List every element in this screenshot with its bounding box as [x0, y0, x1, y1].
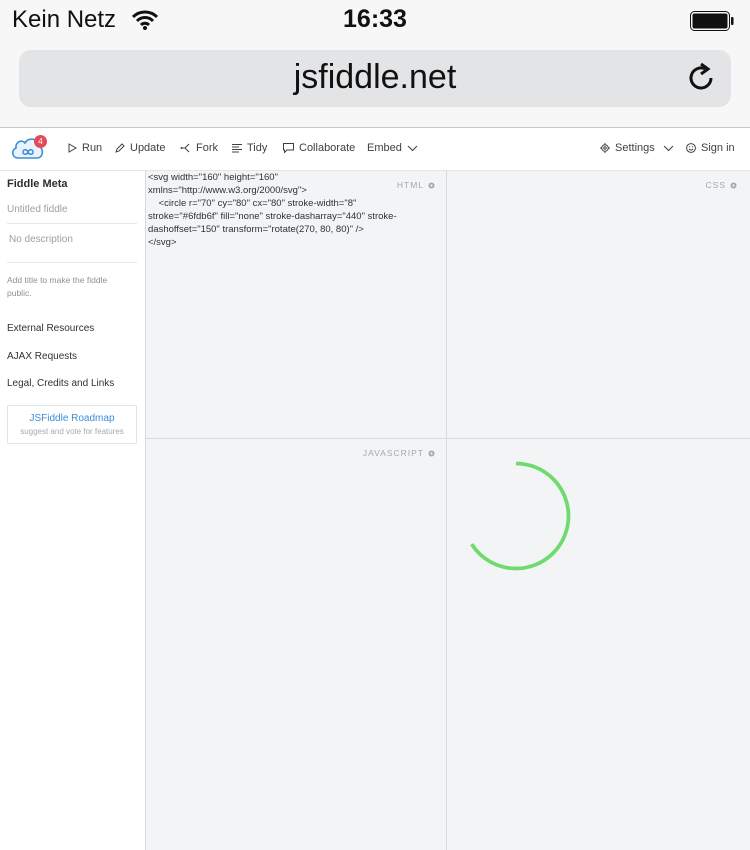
javascript-editor-pane[interactable]: JAVASCRIPT	[146, 439, 447, 850]
collaborate-button[interactable]: Collaborate	[283, 142, 355, 154]
fiddle-meta-sidebar: Fiddle Meta Untitled fiddle No descripti…	[0, 171, 146, 850]
gear-icon[interactable]	[427, 181, 436, 190]
play-icon	[68, 143, 77, 153]
address-text[interactable]: jsfiddle.net	[19, 58, 731, 97]
js-label-text: JAVASCRIPT	[362, 448, 424, 458]
sidebar-hint: Add title to make the fiddle public.	[7, 275, 108, 298]
run-button[interactable]: Run	[68, 142, 102, 154]
update-button[interactable]: Update	[115, 142, 165, 154]
tidy-button[interactable]: Tidy	[232, 142, 267, 154]
chat-bubble-icon	[283, 143, 294, 153]
sign-in-button[interactable]: Sign in	[686, 142, 735, 154]
result-pane	[447, 439, 750, 850]
reload-icon[interactable]	[685, 62, 717, 99]
clock: 16:33	[343, 5, 407, 33]
roadmap-card[interactable]: JSFiddle Roadmap suggest and vote for fe…	[7, 405, 137, 444]
sidebar-item-ajax-requests[interactable]: AJAX Requests	[7, 351, 77, 362]
js-pane-label[interactable]: JAVASCRIPT	[363, 448, 436, 458]
notification-badge[interactable]: 4	[34, 135, 47, 148]
sign-in-label: Sign in	[701, 142, 735, 154]
gear-icon[interactable]	[729, 181, 738, 190]
collaborate-label: Collaborate	[299, 142, 356, 154]
smiley-icon	[686, 143, 696, 153]
pencil-icon	[115, 143, 125, 153]
gear-icon	[600, 143, 610, 153]
chevron-down-icon	[407, 145, 418, 151]
html-pane-label[interactable]: HTML	[397, 180, 436, 190]
loading-spinner-icon	[461, 461, 571, 571]
sidebar-item-external-resources[interactable]: External Resources	[7, 323, 94, 334]
roadmap-title[interactable]: JSFiddle Roadmap	[8, 413, 136, 424]
fork-button[interactable]: Fork	[180, 142, 218, 154]
update-label: Update	[130, 142, 166, 154]
sidebar-title: Fiddle Meta	[7, 178, 68, 190]
css-label-text: CSS	[705, 180, 726, 190]
fiddle-title-input[interactable]: Untitled fiddle	[7, 204, 137, 224]
browser-chrome: jsfiddle.net	[0, 40, 750, 128]
roadmap-subtitle: suggest and vote for features	[20, 427, 124, 436]
html-editor-pane[interactable]: <svg width="160" height="160" xmlns="htt…	[146, 171, 447, 439]
html-label-text: HTML	[396, 180, 424, 190]
css-pane-label[interactable]: CSS	[706, 180, 738, 190]
settings-label: Settings	[615, 142, 655, 154]
chevron-down-icon	[663, 145, 674, 151]
sidebar-item-legal[interactable]: Legal, Credits and Links	[7, 378, 114, 389]
embed-label: Embed	[367, 142, 402, 154]
status-bar: Kein Netz 16:33	[0, 0, 750, 40]
run-label: Run	[82, 142, 103, 154]
fiddle-description-input[interactable]: No description	[7, 234, 137, 263]
fork-label: Fork	[196, 142, 218, 154]
tidy-label: Tidy	[247, 142, 268, 154]
settings-dropdown[interactable]: Settings	[600, 142, 674, 154]
gear-icon[interactable]	[427, 449, 436, 458]
fork-icon	[180, 143, 190, 153]
embed-dropdown[interactable]: Embed	[367, 142, 418, 154]
address-bar[interactable]: jsfiddle.net	[19, 50, 731, 107]
align-lines-icon	[232, 144, 242, 153]
battery-icon	[690, 11, 734, 31]
css-editor-pane[interactable]: CSS	[447, 171, 750, 439]
jsfiddle-toolbar: 4 Run Update Fork Tidy Collaborate Embed…	[0, 129, 750, 171]
